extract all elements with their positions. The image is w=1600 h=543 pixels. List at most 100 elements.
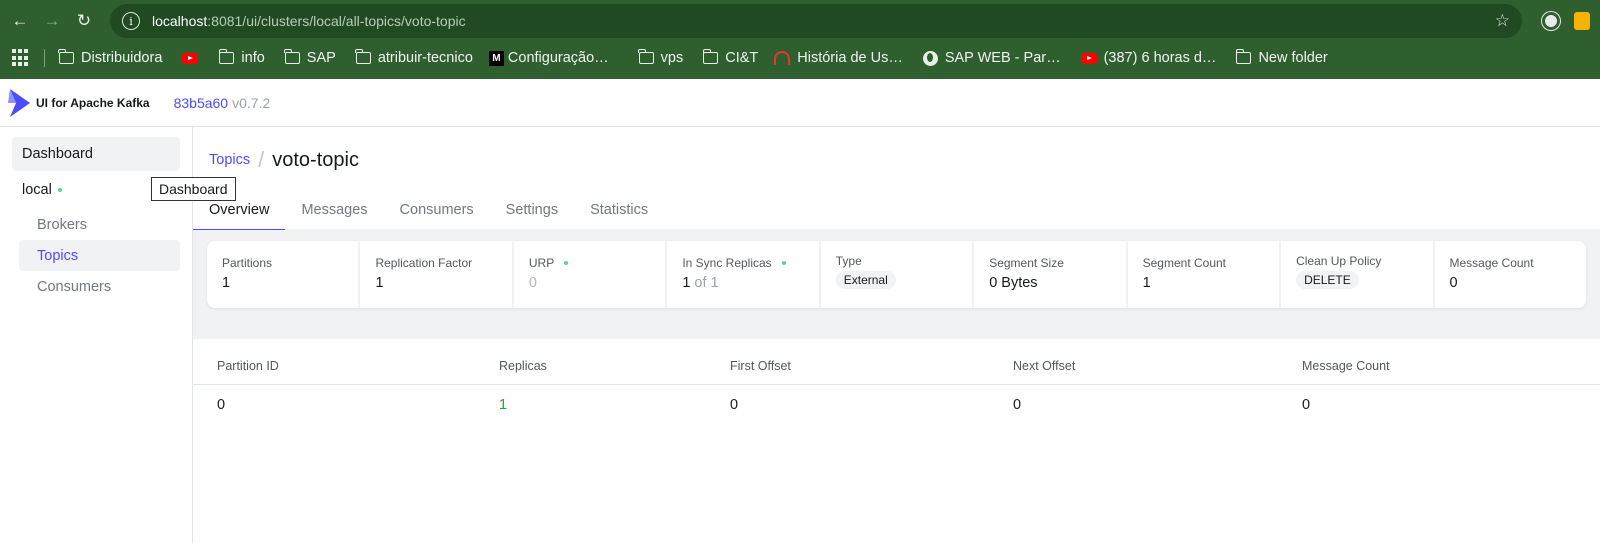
- forward-arrow-icon[interactable]: →: [42, 9, 62, 33]
- folder-icon: [702, 49, 719, 64]
- metric-type: Type External: [821, 241, 975, 308]
- youtube-icon: [182, 52, 199, 64]
- metric-partitions: Partitions 1: [207, 241, 361, 308]
- tab-consumers[interactable]: Consumers: [400, 191, 474, 229]
- table-cell: 1: [499, 397, 508, 413]
- type-tag: External: [835, 271, 896, 289]
- bookmark-label: vps: [660, 50, 684, 66]
- cluster-name: local: [22, 182, 52, 198]
- table-cell: 0: [730, 397, 739, 413]
- brand-name[interactable]: UI for Apache Kafka: [36, 96, 150, 110]
- sidebar-item-consumers[interactable]: Consumers: [19, 271, 180, 302]
- bookmark-label: SAP: [306, 50, 336, 66]
- bookmark-item[interactable]: Distribuidora: [58, 49, 162, 66]
- headset-icon: [774, 51, 791, 65]
- metric-value: 0: [1449, 275, 1458, 291]
- bookmark-item[interactable]: info: [218, 49, 265, 66]
- tab-statistics[interactable]: Statistics: [590, 191, 648, 229]
- bookmark-label: atribuir-tecnico: [377, 50, 473, 66]
- bookmark-item[interactable]: vps: [638, 49, 684, 66]
- metric-value: 1: [375, 275, 384, 291]
- metrics-card: Partitions 1 Replication Factor 1 URP 0 …: [207, 241, 1586, 308]
- metric-message-count: Message Count 0: [1435, 241, 1586, 308]
- sidebar: Dashboard local Brokers Topics Consumers…: [0, 127, 236, 543]
- column-header-next-offset[interactable]: Next Offset: [1013, 359, 1302, 373]
- metric-label: Clean Up Policy: [1296, 254, 1382, 268]
- extension-icon[interactable]: [1574, 12, 1590, 30]
- commit-hash[interactable]: 83b5a60: [174, 95, 229, 111]
- metric-segment-count: Segment Count 1: [1128, 241, 1282, 308]
- bookmark-item[interactable]: New folder: [1235, 49, 1328, 66]
- table-cell: 0: [1013, 397, 1022, 413]
- table-cell: 0: [217, 397, 226, 413]
- bookmark-item[interactable]: História de Us…: [774, 50, 903, 66]
- cleanup-policy-tag: DELETE: [1296, 271, 1359, 289]
- bookmark-label: New folder: [1258, 50, 1328, 66]
- profile-icon[interactable]: [1542, 12, 1560, 30]
- sidebar-item-topics[interactable]: Topics: [19, 240, 180, 271]
- column-header-message-count[interactable]: Message Count: [1302, 359, 1600, 373]
- sidebar-item-label: Brokers: [37, 216, 87, 233]
- bookmark-label: Configuração…: [507, 50, 609, 66]
- page-title: voto-topic: [272, 148, 359, 171]
- sidebar-item-label: Dashboard: [22, 146, 93, 162]
- apps-grid-icon[interactable]: [12, 49, 30, 67]
- bookmark-item[interactable]: atribuir-tecnico: [355, 49, 473, 66]
- topic-tabs: Overview Messages Consumers Settings Sta…: [192, 191, 1600, 230]
- metric-label: In Sync Replicas: [682, 256, 772, 270]
- bookmark-item[interactable]: M Configuração…: [488, 50, 609, 66]
- main-content: Topics / voto-topic Overview Messages Co…: [192, 127, 1600, 543]
- bookmark-star-icon[interactable]: ☆: [1495, 11, 1510, 31]
- folder-icon: [58, 49, 74, 64]
- metrics-panel: Partitions 1 Replication Factor 1 URP 0 …: [193, 229, 1600, 339]
- medium-icon: M: [488, 50, 504, 66]
- metric-value: 1: [1142, 275, 1151, 291]
- column-header-replicas[interactable]: Replicas: [499, 359, 730, 373]
- partitions-table: Partition ID Replicas First Offset Next …: [193, 347, 1600, 425]
- tab-settings[interactable]: Settings: [506, 191, 558, 229]
- url-host: localhost: [152, 13, 208, 29]
- folder-icon: [355, 49, 371, 64]
- address-bar[interactable]: i localhost:8081/ui/clusters/local/all-t…: [110, 4, 1522, 38]
- bookmark-item[interactable]: (387) 6 horas d…: [1080, 50, 1216, 66]
- bookmark-item[interactable]: CI&T: [702, 49, 759, 66]
- column-header-first-offset[interactable]: First Offset: [730, 359, 1013, 373]
- metric-label: Segment Size: [989, 256, 1064, 270]
- youtube-icon: [1080, 52, 1097, 64]
- bookmark-label: CI&T: [725, 50, 759, 66]
- tab-messages[interactable]: Messages: [301, 191, 367, 229]
- bookmark-label: SAP WEB - Par…: [944, 50, 1061, 66]
- site-info-icon[interactable]: i: [122, 12, 140, 30]
- table-cell: 0: [1302, 397, 1311, 413]
- back-arrow-icon[interactable]: ←: [10, 9, 30, 33]
- table-row: 0 1 0 0 0: [193, 385, 1600, 425]
- column-header-partition-id[interactable]: Partition ID: [217, 359, 499, 373]
- metric-label: Message Count: [1449, 256, 1534, 270]
- metric-label: Replication Factor: [375, 256, 473, 270]
- app-header: UI for Apache Kafka 83b5a60 v0.7.2: [0, 79, 1600, 127]
- metric-label: URP: [528, 256, 555, 270]
- bookmarks-bar: Distribuidora info SAP atribuir-tecnico …: [0, 42, 1600, 74]
- bookmark-item[interactable]: [182, 52, 205, 64]
- metric-value: 1: [682, 275, 691, 291]
- bookmark-label: História de Us…: [797, 50, 903, 66]
- metric-value: 0 Bytes: [989, 275, 1038, 291]
- metric-value-of: of 1: [694, 275, 719, 291]
- bookmark-item[interactable]: SAP: [284, 49, 336, 66]
- bookmark-item[interactable]: SAP WEB - Par…: [922, 50, 1061, 66]
- status-dot: [564, 261, 569, 265]
- folder-icon: [638, 49, 654, 64]
- bookmark-label: info: [241, 50, 265, 66]
- breadcrumb: Topics / voto-topic: [193, 127, 1600, 191]
- reload-icon[interactable]: ↻: [74, 9, 94, 33]
- breadcrumb-topics-link[interactable]: Topics: [209, 152, 250, 168]
- url-path: :8081/ui/clusters/local/all-topics/voto-…: [207, 13, 466, 29]
- metric-cleanup-policy: Clean Up Policy DELETE: [1281, 241, 1435, 308]
- kafka-logo-icon[interactable]: [8, 88, 30, 117]
- sidebar-item-dashboard[interactable]: Dashboard: [12, 137, 180, 171]
- sidebar-item-brokers[interactable]: Brokers: [19, 209, 180, 240]
- metric-label: Partitions: [222, 256, 273, 270]
- metric-value: 0: [528, 275, 537, 291]
- bookmarks-divider: [44, 49, 45, 67]
- metric-label: Type: [835, 254, 862, 268]
